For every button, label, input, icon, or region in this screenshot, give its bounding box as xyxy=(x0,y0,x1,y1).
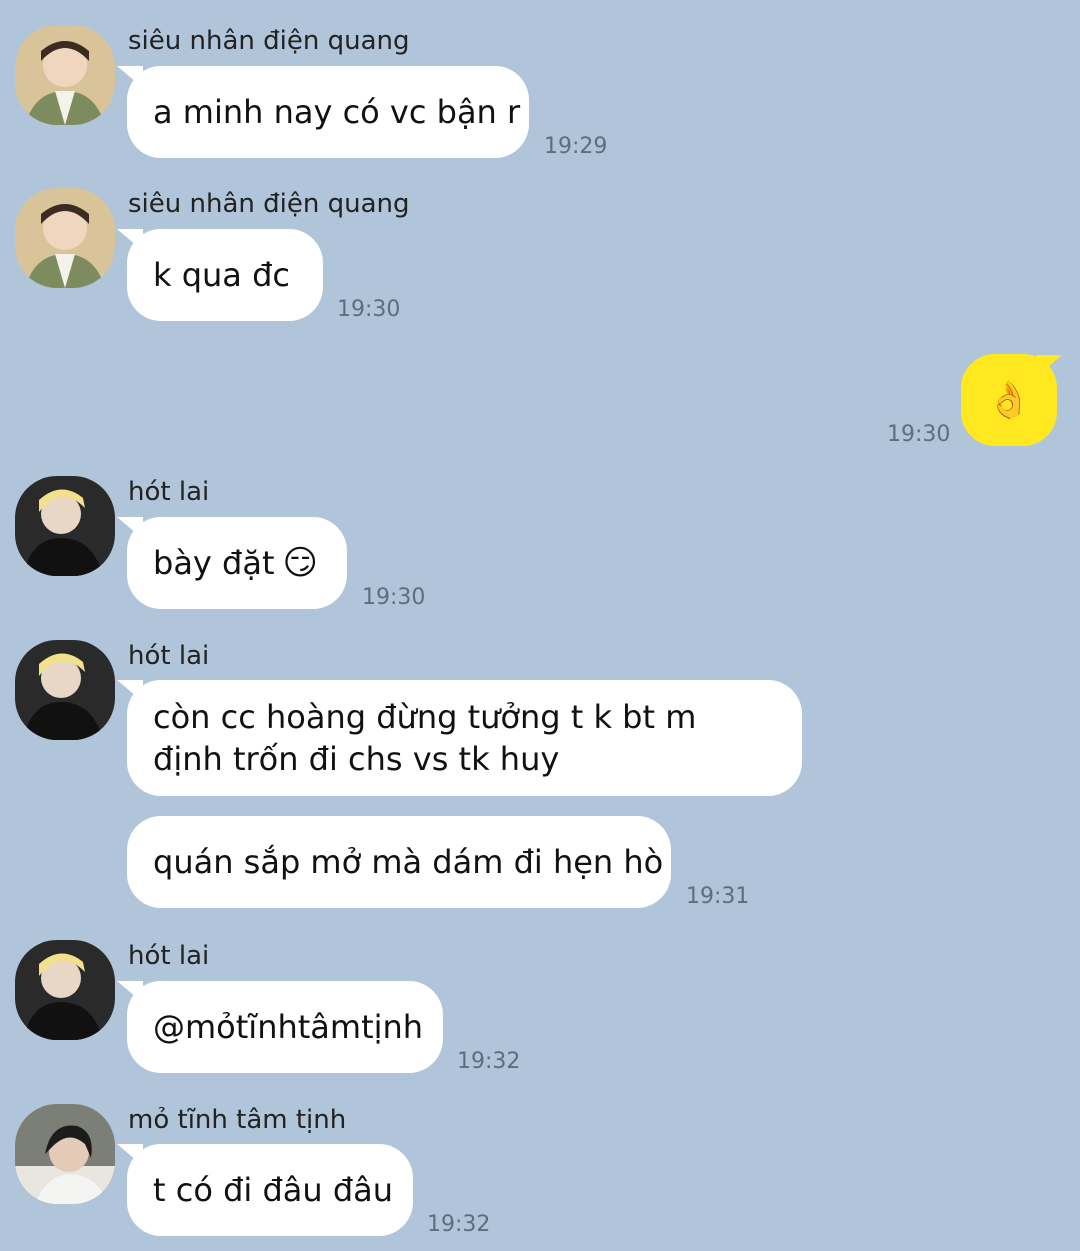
message-text: t có đi đâu đâu xyxy=(153,1171,394,1209)
message-time: 19:30 xyxy=(362,585,426,610)
message-time: 19:29 xyxy=(544,134,608,159)
sender-name: mỏ tĩnh tâm tịnh xyxy=(128,1105,347,1135)
message-bubble[interactable]: @mỏtĩnhtâmtịnh xyxy=(127,981,443,1073)
avatar-image xyxy=(15,25,115,125)
mention-text: @mỏtĩnhtâmtịnh xyxy=(153,1008,424,1046)
avatar-image xyxy=(15,188,115,288)
sender-name: siêu nhân điện quang xyxy=(128,189,410,219)
sender-name: hót lai xyxy=(128,641,210,671)
message-text: a minh nay có vc bận r xyxy=(153,93,521,131)
sender-name: hót lai xyxy=(128,941,210,971)
avatar[interactable] xyxy=(15,188,115,288)
avatar[interactable] xyxy=(15,476,115,576)
avatar[interactable] xyxy=(15,640,115,740)
message-bubble[interactable]: quán sắp mở mà dám đi hẹn hò xyxy=(127,816,671,908)
avatar[interactable] xyxy=(15,940,115,1040)
message-text: k qua đc xyxy=(153,256,290,294)
avatar-image xyxy=(15,1104,115,1204)
message-text: bày đặt xyxy=(153,544,275,582)
avatar[interactable] xyxy=(15,25,115,125)
message-bubble[interactable]: bày đặt 😏 xyxy=(127,517,347,609)
smirk-emoji: 😏 xyxy=(282,543,318,583)
message-bubble[interactable]: t có đi đâu đâu xyxy=(127,1144,413,1236)
message-text: quán sắp mở mà dám đi hẹn hò xyxy=(153,843,664,881)
message-time: 19:30 xyxy=(337,297,401,322)
message-time: 19:30 xyxy=(887,422,951,447)
avatar-image xyxy=(15,640,115,740)
avatar[interactable] xyxy=(15,1104,115,1204)
message-bubble[interactable]: a minh nay có vc bận r xyxy=(127,66,529,158)
message-time: 19:32 xyxy=(427,1212,491,1237)
message-text: còn cc hoàng đừng tưởng t k bt m định tr… xyxy=(153,698,697,778)
my-message-bubble[interactable]: 👌 xyxy=(961,354,1057,446)
ok-hand-emoji: 👌 xyxy=(986,380,1032,421)
message-time: 19:31 xyxy=(686,884,750,909)
avatar-image xyxy=(15,476,115,576)
sender-name: siêu nhân điện quang xyxy=(128,26,410,56)
avatar-image xyxy=(15,940,115,1040)
message-time: 19:32 xyxy=(457,1049,521,1074)
sender-name: hót lai xyxy=(128,477,210,507)
message-bubble[interactable]: k qua đc xyxy=(127,229,323,321)
message-bubble[interactable]: còn cc hoàng đừng tưởng t k bt m định tr… xyxy=(127,680,802,796)
